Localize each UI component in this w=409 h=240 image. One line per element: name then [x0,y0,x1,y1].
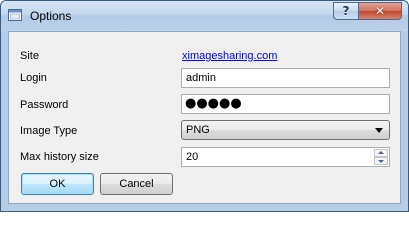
password-label: Password [20,99,69,111]
password-field[interactable]: ●●●●● [181,94,390,114]
spin-down-arrow-icon[interactable] [374,157,388,165]
max-history-label: Max history size [20,151,99,163]
cancel-button[interactable]: Cancel [100,173,173,195]
close-button[interactable]: ✕ [359,2,402,20]
title-bar[interactable]: Options ? ✕ [1,1,408,31]
spin-arrows [373,148,389,166]
site-link[interactable]: ximagesharing.com [182,50,277,62]
image-type-value: PNG [186,124,210,136]
ok-button[interactable]: OK [21,173,94,195]
max-history-spinbox[interactable]: 20 [181,147,390,167]
app-window-icon [8,9,22,21]
site-label: Site [20,50,39,62]
window-title: Options [30,9,72,23]
chevron-down-icon[interactable] [375,128,383,133]
image-type-label: Image Type [20,125,78,137]
dialog-content: Site ximagesharing.com Login admin Passw… [8,31,401,204]
login-label: Login [20,72,47,84]
title-buttons: ? ✕ [333,2,402,21]
help-button[interactable]: ? [333,2,359,20]
image-type-select[interactable]: PNG [181,120,390,140]
password-value: ●●●●● [185,96,242,111]
options-dialog: Options ? ✕ Site ximagesharing.com Login… [0,0,409,212]
spin-up-arrow-icon[interactable] [374,149,388,157]
login-field[interactable]: admin [181,68,390,88]
login-value: admin [186,72,216,84]
max-history-value: 20 [186,151,199,163]
